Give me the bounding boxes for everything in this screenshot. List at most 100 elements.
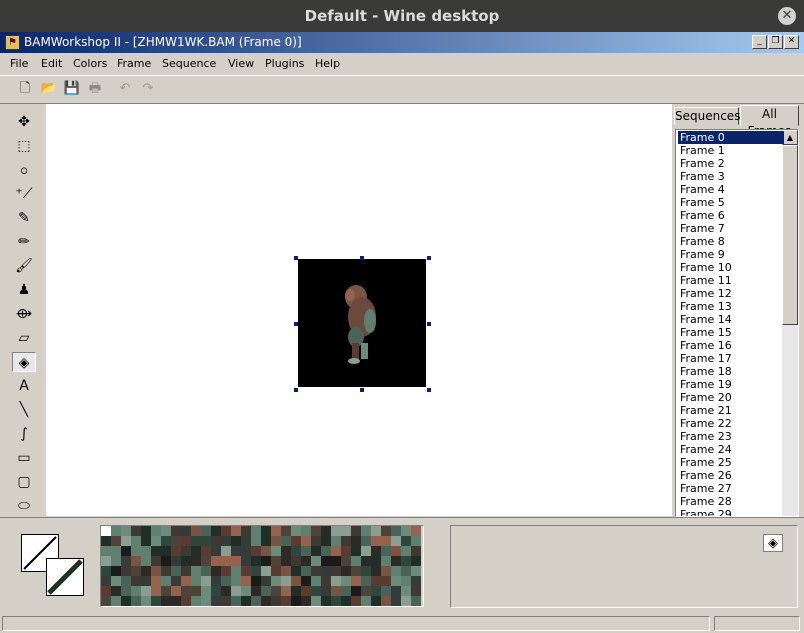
palette-color-cell[interactable] — [241, 576, 251, 586]
palette-color-cell[interactable] — [271, 596, 281, 606]
pencil-tool[interactable]: ✏ — [12, 232, 36, 252]
palette-color-cell[interactable] — [101, 596, 111, 606]
palette-color-cell[interactable] — [191, 526, 201, 536]
palette-color-cell[interactable] — [391, 596, 401, 606]
palette-color-cell[interactable] — [191, 536, 201, 546]
palette-color-cell[interactable] — [351, 576, 361, 586]
palette-color-cell[interactable] — [351, 556, 361, 566]
palette-color-cell[interactable] — [171, 566, 181, 576]
palette-color-cell[interactable] — [191, 596, 201, 606]
menu-file[interactable]: File — [10, 57, 28, 70]
palette-color-cell[interactable] — [181, 596, 191, 606]
frame-list-item[interactable]: Frame 19 — [678, 378, 784, 391]
frame-list-item[interactable]: Frame 12 — [678, 287, 784, 300]
palette-color-cell[interactable] — [211, 586, 221, 596]
resize-handle-se[interactable] — [427, 388, 431, 392]
palette-color-cell[interactable] — [251, 596, 261, 606]
palette-color-cell[interactable] — [331, 576, 341, 586]
palette-color-cell[interactable] — [401, 556, 411, 566]
palette-color-cell[interactable] — [271, 576, 281, 586]
frame-list-item[interactable]: Frame 13 — [678, 300, 784, 313]
palette-color-cell[interactable] — [131, 536, 141, 546]
palette-color-cell[interactable] — [311, 576, 321, 586]
palette-color-cell[interactable] — [361, 566, 371, 576]
palette-color-cell[interactable] — [231, 536, 241, 546]
frame-list-item[interactable]: Frame 26 — [678, 469, 784, 482]
resize-handle-s[interactable] — [360, 388, 364, 392]
palette-color-cell[interactable] — [181, 586, 191, 596]
undo-icon[interactable]: ↶ — [116, 80, 134, 98]
palette-color-cell[interactable] — [321, 576, 331, 586]
palette-color-cell[interactable] — [291, 586, 301, 596]
palette-color-cell[interactable] — [391, 526, 401, 536]
palette-color-cell[interactable] — [111, 526, 121, 536]
curve-tool[interactable]: ∫ — [12, 424, 36, 444]
palette-color-cell[interactable] — [281, 536, 291, 546]
stamp-tool[interactable]: ♟ — [12, 280, 36, 300]
palette-color-cell[interactable] — [121, 526, 131, 536]
palette-color-cell[interactable] — [361, 536, 371, 546]
palette-color-cell[interactable] — [311, 546, 321, 556]
palette-color-cell[interactable] — [361, 596, 371, 606]
palette-color-cell[interactable] — [291, 576, 301, 586]
palette-color-cell[interactable] — [141, 546, 151, 556]
palette-color-cell[interactable] — [181, 536, 191, 546]
palette-color-cell[interactable] — [171, 576, 181, 586]
palette-color-cell[interactable] — [271, 526, 281, 536]
resize-handle-sw[interactable] — [294, 388, 298, 392]
palette-color-cell[interactable] — [381, 546, 391, 556]
palette-color-cell[interactable] — [411, 556, 421, 566]
palette-color-cell[interactable] — [351, 596, 361, 606]
restore-button[interactable]: ❐ — [768, 35, 783, 49]
palette-color-cell[interactable] — [151, 556, 161, 566]
palette-color-cell[interactable] — [151, 546, 161, 556]
palette-color-cell[interactable] — [101, 576, 111, 586]
palette-color-cell[interactable] — [351, 536, 361, 546]
resize-handle-e[interactable] — [427, 322, 431, 326]
palette-color-cell[interactable] — [191, 556, 201, 566]
frame-list-scrollbar[interactable]: ▲ — [782, 130, 798, 516]
palette-color-cell[interactable] — [371, 526, 381, 536]
palette-color-cell[interactable] — [261, 546, 271, 556]
palette-color-cell[interactable] — [231, 566, 241, 576]
palette-color-cell[interactable] — [231, 596, 241, 606]
palette-color-cell[interactable] — [301, 526, 311, 536]
palette-color-cell[interactable] — [111, 556, 121, 566]
palette-color-cell[interactable] — [411, 566, 421, 576]
palette-color-cell[interactable] — [301, 536, 311, 546]
palette-color-cell[interactable] — [211, 576, 221, 586]
palette-color-cell[interactable] — [321, 596, 331, 606]
palette-color-cell[interactable] — [201, 526, 211, 536]
frame-list-item[interactable]: Frame 9 — [678, 248, 784, 261]
palette-color-cell[interactable] — [211, 566, 221, 576]
palette-color-cell[interactable] — [241, 596, 251, 606]
menu-frame[interactable]: Frame — [117, 57, 151, 70]
palette-color-cell[interactable] — [251, 536, 261, 546]
palette-color-cell[interactable] — [351, 586, 361, 596]
palette-color-cell[interactable] — [341, 596, 351, 606]
palette-color-cell[interactable] — [131, 556, 141, 566]
frame-list-item[interactable]: Frame 5 — [678, 196, 784, 209]
palette-color-cell[interactable] — [201, 596, 211, 606]
palette-color-cell[interactable] — [151, 596, 161, 606]
palette-color-cell[interactable] — [331, 556, 341, 566]
palette-color-cell[interactable] — [121, 576, 131, 586]
palette-color-cell[interactable] — [341, 546, 351, 556]
menu-help[interactable]: Help — [315, 57, 340, 70]
palette-color-cell[interactable] — [181, 576, 191, 586]
move-tool[interactable]: ✥ — [12, 112, 36, 132]
palette-color-cell[interactable] — [241, 546, 251, 556]
palette-color-cell[interactable] — [101, 526, 111, 536]
palette-color-cell[interactable] — [191, 546, 201, 556]
palette-color-cell[interactable] — [121, 556, 131, 566]
palette-color-cell[interactable] — [231, 526, 241, 536]
palette-color-cell[interactable] — [281, 596, 291, 606]
palette-color-cell[interactable] — [261, 536, 271, 546]
palette-color-cell[interactable] — [101, 536, 111, 546]
palette-color-cell[interactable] — [381, 586, 391, 596]
palette-color-cell[interactable] — [241, 566, 251, 576]
palette-color-cell[interactable] — [121, 546, 131, 556]
save-icon[interactable]: 💾 — [63, 80, 81, 98]
text-tool[interactable]: A — [12, 376, 36, 396]
palette-color-cell[interactable] — [281, 526, 291, 536]
